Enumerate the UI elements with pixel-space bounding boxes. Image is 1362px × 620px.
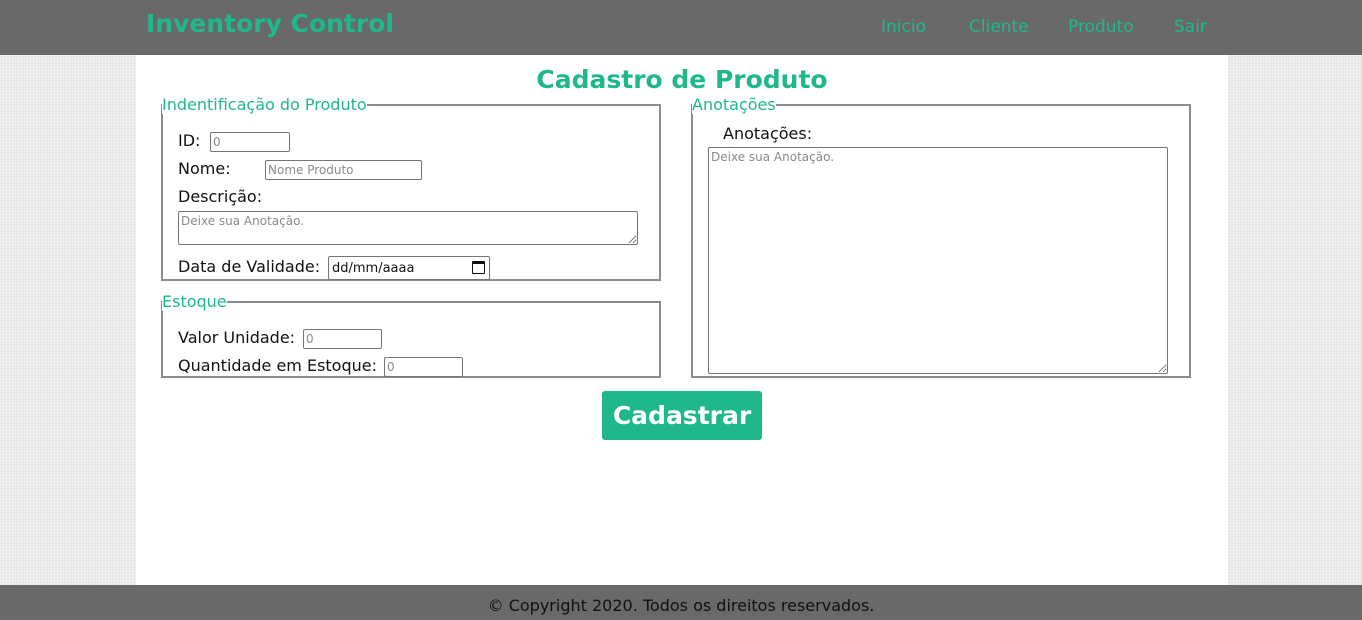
calendar-icon[interactable] <box>472 261 485 274</box>
copyright-text: © Copyright 2020. Todos os direitos rese… <box>487 596 875 615</box>
description-textarea[interactable] <box>178 211 638 245</box>
nav-link-produto[interactable]: Produto <box>1068 17 1134 37</box>
footer: © Copyright 2020. Todos os direitos rese… <box>0 585 1362 620</box>
main-content: Cadastro de Produto Indentificação do Pr… <box>136 55 1228 585</box>
register-button[interactable]: Cadastrar <box>602 391 762 440</box>
notes-label: Anotações: <box>723 124 813 143</box>
brand-logo-text[interactable]: Inventory Control <box>146 9 394 38</box>
stock-legend: Estoque <box>162 292 227 311</box>
id-label: ID: <box>178 131 201 150</box>
description-label: Descrição: <box>178 187 263 206</box>
stock-quantity-input[interactable] <box>384 357 463 377</box>
stock-fieldset: Estoque Valor Unidade: Quantidade em Est… <box>161 292 661 378</box>
unit-value-label: Valor Unidade: <box>178 328 296 347</box>
notes-textarea[interactable] <box>708 147 1168 374</box>
page-title: Cadastro de Produto <box>536 65 828 94</box>
expiry-date-value: dd/mm/aaaa <box>332 261 415 276</box>
product-identification-legend: Indentificação do Produto <box>162 95 367 114</box>
stock-quantity-label: Quantidade em Estoque: <box>178 356 377 375</box>
nav-link-sair[interactable]: Sair <box>1174 17 1207 37</box>
expiry-date-input[interactable]: dd/mm/aaaa <box>328 256 490 280</box>
notes-legend: Anotações <box>692 95 776 114</box>
expiry-date-label: Data de Validade: <box>178 257 321 276</box>
name-label: Nome: <box>178 159 231 178</box>
name-input[interactable] <box>265 160 422 180</box>
nav-link-inicio[interactable]: Inicio <box>881 17 926 37</box>
product-identification-fieldset: Indentificação do Produto ID: Nome: Desc… <box>161 95 661 281</box>
notes-fieldset: Anotações Anotações: <box>691 95 1191 378</box>
nav-link-cliente[interactable]: Cliente <box>969 17 1029 37</box>
unit-value-input[interactable] <box>303 329 382 349</box>
top-navbar: Inventory Control Inicio Cliente Produto… <box>0 0 1362 55</box>
id-input[interactable] <box>210 132 290 152</box>
